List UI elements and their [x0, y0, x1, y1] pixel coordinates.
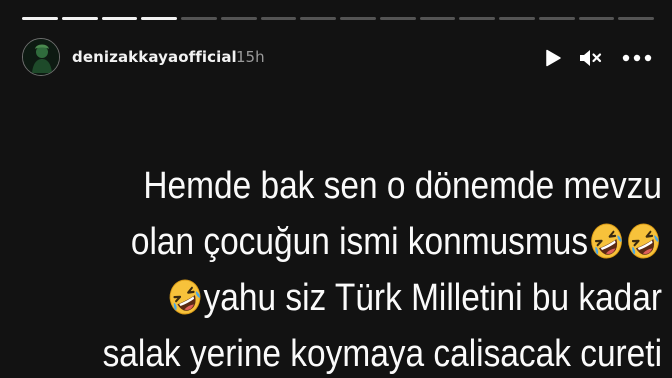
story-progress-segment [220, 17, 257, 20]
story-progress-segment [578, 17, 615, 20]
story-text-line-3: yahu siz Türk Milletini bu kadar [99, 270, 662, 326]
story-progress-segment [459, 17, 495, 20]
more-options-button[interactable] [620, 45, 654, 71]
story-progress-segment [260, 17, 297, 20]
story-text-line-1: Hemde bak sen o dönemde mevzu [143, 165, 662, 207]
story-progress-segment [61, 17, 98, 20]
story-progress-segment [538, 17, 575, 20]
story-progress-segment [141, 17, 177, 20]
story-text-line-2: olan çocuğun ismi konmusmus [99, 214, 662, 270]
story-progress-segment [419, 17, 456, 20]
play-icon [546, 49, 561, 67]
story-progress-segment [499, 17, 535, 20]
rolling-on-the-floor-laughing-icon [625, 221, 662, 261]
mute-button[interactable] [578, 45, 604, 71]
speaker-muted-icon [580, 50, 602, 66]
username[interactable]: denizakkayaofficial [72, 48, 237, 66]
story-progress-segment [22, 17, 58, 20]
story-viewer[interactable]: denizakkayaofficial 15h Hemde bak sen o … [0, 0, 672, 378]
more-options-icon [622, 54, 652, 62]
story-progress-segment [340, 17, 376, 20]
story-header: denizakkayaofficial 15h [22, 38, 658, 78]
story-text: Hemde bak sen o dönemde mevzu olan çocuğ… [99, 158, 662, 378]
play-button[interactable] [540, 45, 566, 71]
story-timestamp: 15h [236, 48, 265, 66]
story-progress-bar [22, 17, 654, 20]
profile-avatar-icon[interactable] [22, 38, 60, 76]
rolling-on-the-floor-laughing-icon [588, 221, 625, 261]
story-progress-segment [379, 17, 416, 20]
story-progress-segment [181, 17, 217, 20]
story-text-line-4: salak yerine koymaya calisacak cureti [102, 333, 662, 375]
rolling-on-the-floor-laughing-icon [167, 277, 203, 317]
story-progress-segment [101, 17, 138, 20]
story-progress-segment [300, 17, 336, 20]
story-progress-segment [618, 17, 654, 20]
